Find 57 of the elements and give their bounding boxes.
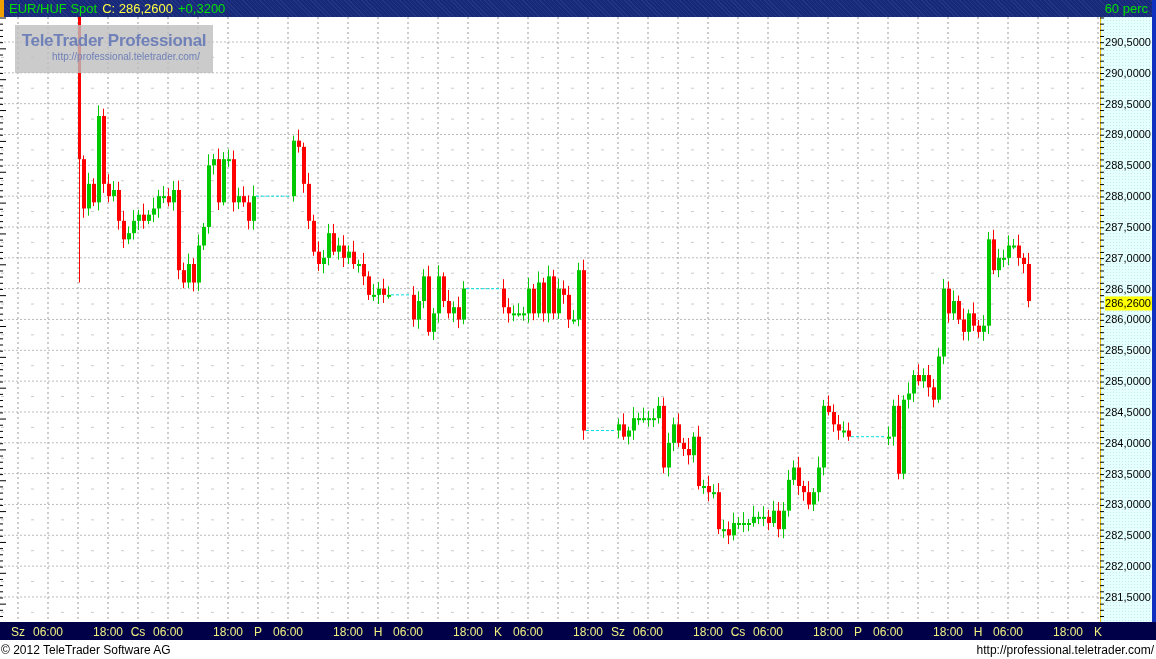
x-axis-label: 18:00	[1053, 625, 1083, 639]
y-axis-label: 285,0000	[1105, 375, 1151, 388]
y-axis-label: 290,0000	[1105, 66, 1151, 79]
x-axis-label: K	[1094, 625, 1102, 639]
price-change: +0,3200	[178, 0, 226, 17]
x-axis-label: P	[254, 625, 262, 639]
y-axis-label: 288,0000	[1105, 190, 1151, 203]
x-axis-label: 18:00	[813, 625, 843, 639]
y-axis-label: 289,0000	[1105, 128, 1151, 141]
x-axis-label: 18:00	[333, 625, 363, 639]
x-axis-label: Cs	[730, 625, 746, 639]
x-axis-label: 18:00	[573, 625, 603, 639]
x-axis-label: 06:00	[753, 625, 783, 639]
marker-block	[0, 0, 4, 17]
y-axis-label: 285,5000	[1105, 344, 1151, 357]
x-axis-label: Sz	[611, 625, 625, 639]
y-axis-label: 289,5000	[1105, 97, 1151, 110]
x-axis-label: H	[373, 625, 383, 639]
x-axis-label: 06:00	[33, 625, 63, 639]
y-axis-label: 281,5000	[1105, 590, 1151, 603]
x-axis-label: 18:00	[93, 625, 123, 639]
x-axis-label: K	[494, 625, 502, 639]
close-price: C: 286,2600	[102, 0, 173, 17]
logo-url: http://professional.teletrader.com/	[52, 51, 200, 62]
x-axis-label: 18:00	[693, 625, 723, 639]
y-axis-label: 282,5000	[1105, 529, 1151, 542]
x-axis-label: 06:00	[153, 625, 183, 639]
symbol-title: EUR/HUF Spot	[9, 0, 98, 17]
x-axis-label: 18:00	[933, 625, 963, 639]
interval-label: 60 perc	[1104, 0, 1148, 17]
current-price-label: 286,2600	[1105, 296, 1152, 311]
x-axis-label: Cs	[130, 625, 146, 639]
x-axis-label: 06:00	[393, 625, 423, 639]
x-axis-label: H	[973, 625, 983, 639]
x-axis-label: P	[854, 625, 862, 639]
logo-title: TeleTrader Professional	[21, 31, 207, 51]
x-axis-label: 06:00	[993, 625, 1023, 639]
y-axis-label: 286,0000	[1105, 313, 1151, 326]
y-axis-label: 288,5000	[1105, 159, 1151, 172]
x-axis-label: 06:00	[513, 625, 543, 639]
x-axis-label: 18:00	[213, 625, 243, 639]
y-axis-label: 287,0000	[1105, 251, 1151, 264]
x-axis-label: 06:00	[633, 625, 663, 639]
y-axis-label: 283,5000	[1105, 467, 1151, 480]
y-axis-label: 282,0000	[1105, 560, 1151, 573]
y-axis-label: 284,5000	[1105, 405, 1151, 418]
x-axis-label: Sz	[11, 625, 25, 639]
y-axis-label: 284,0000	[1105, 436, 1151, 449]
y-axis-label: 283,0000	[1105, 498, 1151, 511]
x-axis-label: 06:00	[273, 625, 303, 639]
y-axis-label: 290,5000	[1105, 36, 1151, 48]
y-axis-label: 287,5000	[1105, 221, 1151, 233]
copyright-text: © 2012 TeleTrader Software AG	[1, 642, 171, 657]
x-axis-label: 18:00	[453, 625, 483, 639]
footer-url: http://professional.teletrader.com/	[976, 642, 1154, 657]
y-axis-label: 286,5000	[1105, 282, 1151, 295]
x-axis-label: 06:00	[873, 625, 903, 639]
